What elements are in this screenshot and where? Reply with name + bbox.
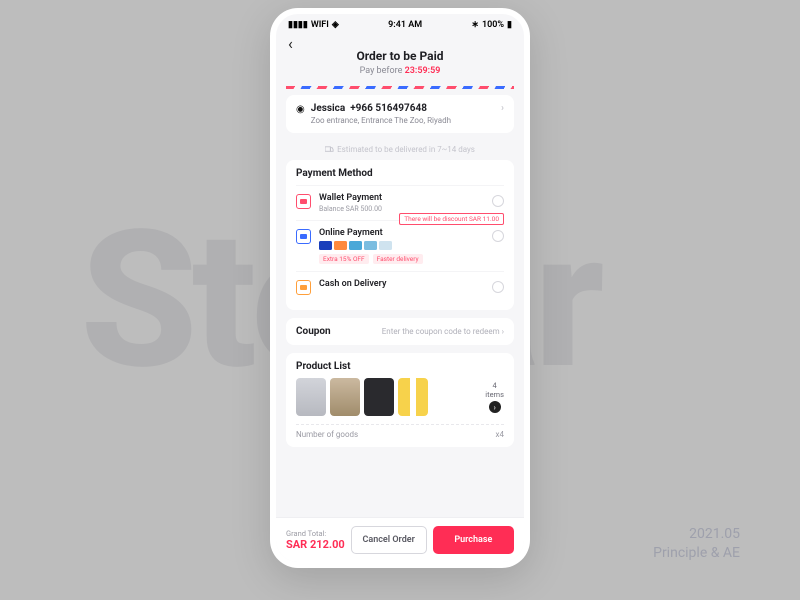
location-pin-icon: ◉ [296,104,305,125]
discount-bubble: There will be discount SAR 11.00 [399,213,504,225]
product-thumb[interactable] [364,378,394,416]
promo-tag: Faster delivery [373,254,423,264]
grand-total: Grand Total: SAR 212.00 [286,529,345,551]
address-card[interactable]: ◉ Jessica +966 516497648 Zoo entrance, E… [286,95,514,133]
chevron-right-icon: › [501,103,504,125]
card-icon [296,229,311,244]
coupon-label: Coupon [296,326,331,337]
payment-section-title: Payment Method [296,168,504,179]
online-radio[interactable] [492,230,504,242]
wallet-radio[interactable] [492,195,504,207]
signal-icon: ▮▮▮▮ [288,20,308,30]
mastercard-icon [334,241,347,250]
cod-radio[interactable] [492,281,504,293]
battery-label: 100% [482,20,504,30]
delivery-eta: Estimated to be delivered in 7~14 days [286,141,514,160]
checkout-footer: Grand Total: SAR 212.00 Cancel Order Pur… [276,517,524,562]
screen: ▮▮▮▮ WIFI ◈ 9:41 AM ∗ 100% ▮ ‹ Order to … [276,14,524,562]
coupon-row[interactable]: Coupon Enter the coupon code to redeem › [286,318,514,345]
status-time: 9:41 AM [388,20,422,30]
bluetooth-icon: ∗ [471,20,479,30]
product-thumb[interactable] [398,378,428,416]
items-count[interactable]: 4 items › [485,381,504,413]
chevron-right-icon: › [489,401,501,413]
wifi-icon: ◈ [332,20,339,30]
phone-frame: ▮▮▮▮ WIFI ◈ 9:41 AM ∗ 100% ▮ ‹ Order to … [270,8,530,568]
product-thumbs[interactable]: 4 items › [296,378,504,416]
diners-icon [364,241,377,250]
goods-qty-row: Number of goods x4 [296,424,504,439]
visa-icon [319,241,332,250]
battery-icon: ▮ [507,20,512,30]
payment-online[interactable]: There will be discount SAR 11.00 Online … [296,220,504,271]
product-list-card: Product List 4 items › Number of goods x… [286,353,514,447]
payment-cod[interactable]: Cash on Delivery [296,271,504,302]
discover-icon [379,241,392,250]
promo-tag: Extra 15% OFF [319,254,369,264]
product-thumb[interactable] [330,378,360,416]
amex-icon [349,241,362,250]
page-title: Order to be Paid [288,49,512,63]
purchase-button[interactable]: Purchase [433,526,514,554]
chevron-right-icon: › [502,327,504,336]
page-caption: 2021.05 Principle & AE [653,525,740,564]
airmail-stripe [286,86,514,89]
wifi-label: WIFI [311,20,329,30]
countdown-timer: 23:59:59 [405,66,441,76]
box-icon [296,280,311,295]
recipient-name-phone: Jessica +966 516497648 [311,103,495,114]
cancel-order-button[interactable]: Cancel Order [351,526,427,554]
wallet-icon [296,194,311,209]
payment-method-card: Payment Method Wallet Payment Balance SA… [286,160,514,310]
product-list-title: Product List [296,361,504,372]
card-brands [319,241,484,250]
pay-before: Pay before 23:59:59 [288,66,512,76]
nav-bar: ‹ Order to be Paid Pay before 23:59:59 [276,32,524,86]
product-thumb[interactable] [296,378,326,416]
status-bar: ▮▮▮▮ WIFI ◈ 9:41 AM ∗ 100% ▮ [276,14,524,32]
address-line: Zoo entrance, Entrance The Zoo, Riyadh [311,116,495,125]
